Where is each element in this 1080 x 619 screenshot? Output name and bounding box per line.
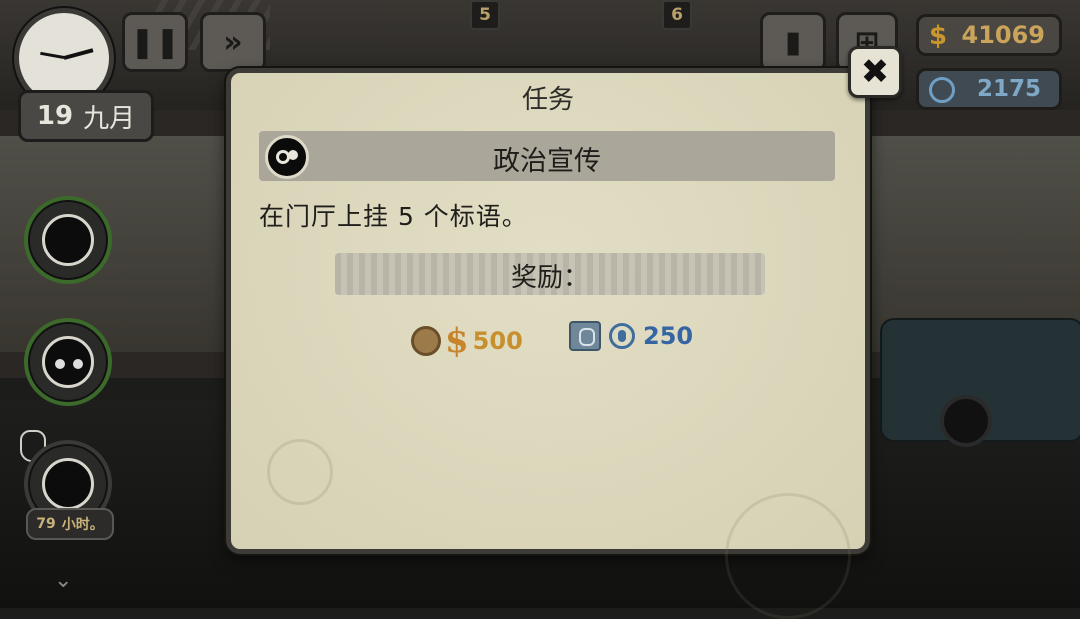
money-counter: $ 41069 xyxy=(916,14,1062,56)
reward-money: $ 500 xyxy=(411,321,523,361)
points-counter: 2175 xyxy=(916,68,1062,110)
reward-money-value: 500 xyxy=(472,327,523,355)
agent-avatar-spy[interactable] xyxy=(24,196,112,284)
money-value: 41069 xyxy=(961,21,1046,49)
clock-minute-hand xyxy=(40,51,65,59)
close-icon: ✖ xyxy=(860,52,890,92)
eye-left xyxy=(55,359,65,369)
hours-badge: 79 小时。 xyxy=(26,508,114,540)
reward-label: 奖励： xyxy=(510,263,589,293)
mission-description: 在门厅上挂 5 个标语。 xyxy=(259,202,528,231)
date-badge: 19 九月 xyxy=(18,90,154,142)
floor-number-right: 6 xyxy=(662,0,692,30)
emblem-icon xyxy=(609,323,635,349)
watermark-icon xyxy=(725,493,851,619)
date-day: 19 xyxy=(36,101,74,131)
reward-points: 250 xyxy=(569,321,693,351)
points-value: 2175 xyxy=(976,76,1041,102)
date-month: 九月 xyxy=(83,103,136,134)
hours-unit: 小时。 xyxy=(61,517,104,533)
close-button[interactable]: ✖ xyxy=(848,46,902,98)
fast-forward-icon: » xyxy=(223,24,243,60)
pause-icon: ❚❚ xyxy=(129,24,181,60)
chevron-down-icon[interactable]: ⌄ xyxy=(54,568,72,593)
dialog-title: 任务 xyxy=(521,85,574,115)
dollar-icon: $ xyxy=(445,321,469,361)
fast-forward-button[interactable]: » xyxy=(200,12,266,72)
floor-number-left: 5 xyxy=(470,0,500,30)
eye-right xyxy=(73,359,83,369)
spy-face-icon xyxy=(42,214,94,266)
agent-avatar-masked[interactable] xyxy=(24,318,112,406)
masked-face-icon xyxy=(42,336,94,388)
badge-card-icon xyxy=(569,321,601,351)
reward-points-value: 250 xyxy=(643,322,694,350)
spy-face-icon xyxy=(42,458,94,510)
clock-hour-hand xyxy=(63,48,94,60)
coins-icon xyxy=(411,326,441,356)
bus-wheel xyxy=(940,395,992,447)
bag-icon: ▮ xyxy=(784,24,802,60)
hours-value: 79 xyxy=(36,516,56,532)
emblem-icon xyxy=(929,77,955,103)
mission-dialog: 任务 政治宣传 在门厅上挂 5 个标语。 奖励： $ 500 250 xyxy=(226,68,870,619)
bag-button[interactable]: ▮ xyxy=(760,12,826,72)
pause-button[interactable]: ❚❚ xyxy=(122,12,188,72)
watermark-icon xyxy=(267,439,333,505)
mission-name: 政治宣传 xyxy=(493,146,601,177)
dollar-icon: $ xyxy=(929,21,948,51)
